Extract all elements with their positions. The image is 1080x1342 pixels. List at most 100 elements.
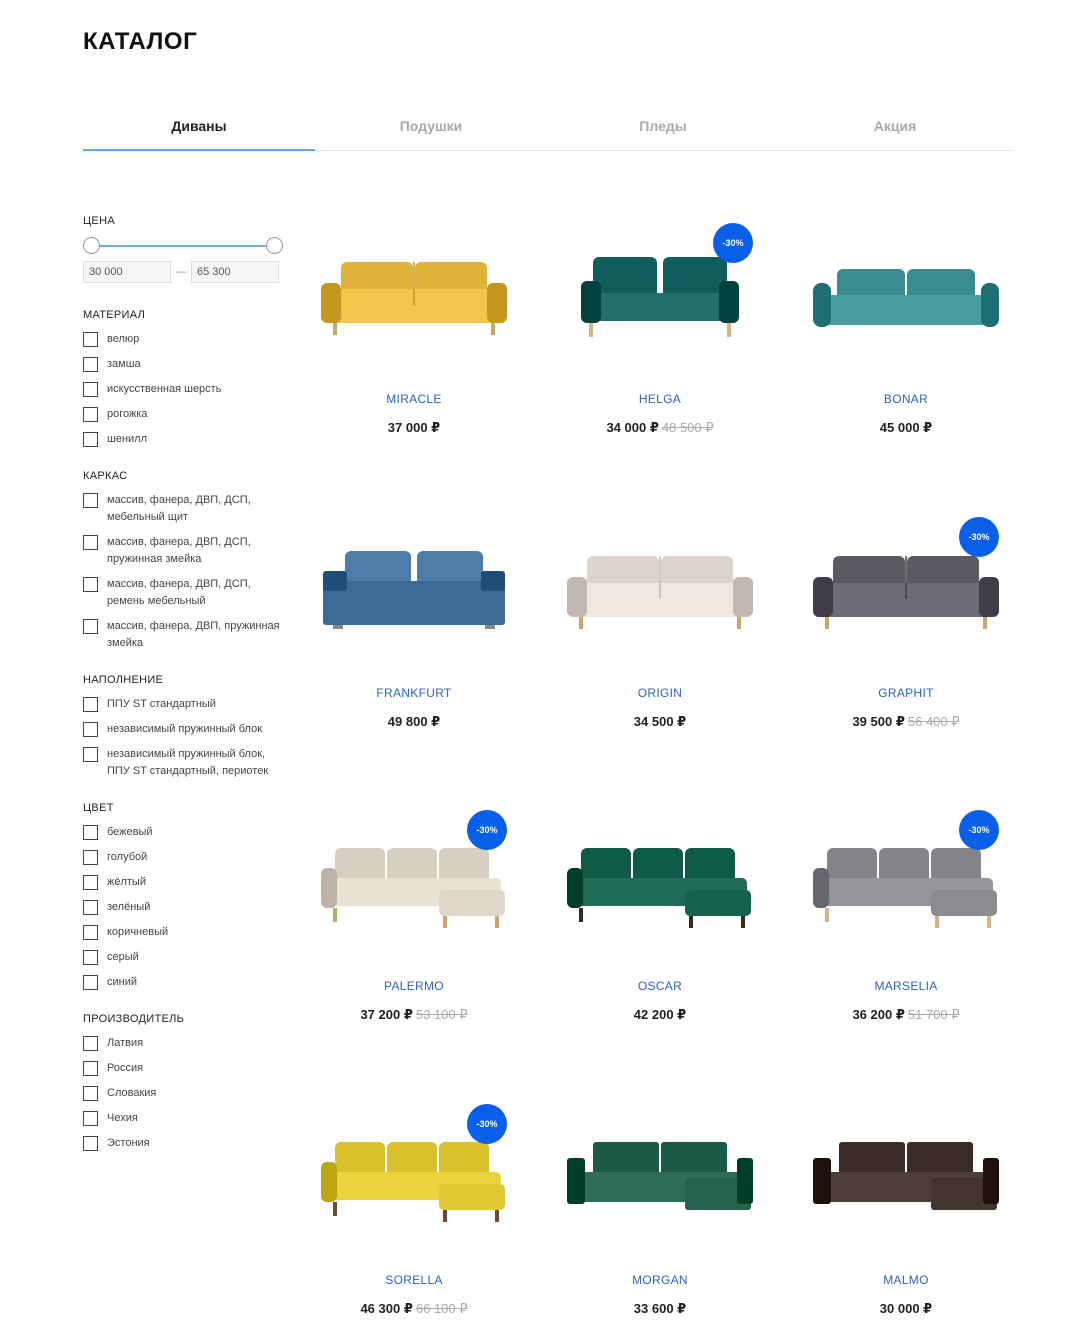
color-option[interactable]: жёлтый (83, 874, 283, 891)
product-name[interactable]: MORGAN (537, 1273, 783, 1287)
filling-option[interactable]: независимый пружинный блок (83, 721, 283, 738)
price-range-slider[interactable] (83, 237, 283, 255)
product-name[interactable]: OSCAR (537, 979, 783, 993)
checkbox[interactable] (83, 722, 98, 737)
product-image[interactable]: -30% (537, 212, 783, 382)
maker-option[interactable]: Эстония (83, 1135, 283, 1152)
product-name[interactable]: ORIGIN (537, 686, 783, 700)
checkbox[interactable] (83, 747, 98, 762)
checkbox[interactable] (83, 1086, 98, 1101)
slider-min-handle[interactable] (83, 237, 100, 254)
frame-filter-title: КАРКАС (83, 470, 128, 482)
product-image[interactable]: -30% (291, 1093, 537, 1263)
color-option[interactable]: бежевый (83, 824, 283, 841)
filter-sidebar: ЦЕНА — МАТЕРИАЛ велюр замша искусственная … (83, 215, 283, 1174)
product-card[interactable]: -30% SORELLA 46 300 ₽66 100 ₽ (291, 1093, 537, 1342)
checkbox[interactable] (83, 975, 98, 990)
filling-option[interactable]: ППУ ST стандартный (83, 696, 283, 713)
frame-option[interactable]: массив, фанера, ДВП, ДСП, мебельный щит (83, 492, 283, 526)
price-max-input[interactable] (191, 261, 279, 283)
product-name[interactable]: PALERMO (291, 979, 537, 993)
tab-pillows[interactable]: Подушки (315, 108, 547, 150)
product-card[interactable]: ORIGIN 34 500 ₽ (537, 506, 783, 800)
product-card[interactable]: MORGAN 33 600 ₽ (537, 1093, 783, 1342)
checkbox[interactable] (83, 493, 98, 508)
product-image[interactable]: -30% (291, 799, 537, 969)
checkbox[interactable] (83, 825, 98, 840)
product-card[interactable]: OSCAR 42 200 ₽ (537, 799, 783, 1093)
product-name[interactable]: BONAR (783, 392, 1029, 406)
checkbox[interactable] (83, 382, 98, 397)
product-price: 34 000 ₽48 500 ₽ (537, 420, 783, 436)
maker-option[interactable]: Словакия (83, 1085, 283, 1102)
tab-blankets[interactable]: Пледы (547, 108, 779, 150)
product-image[interactable]: -30% (783, 506, 1029, 676)
product-image[interactable] (783, 1093, 1029, 1263)
product-card[interactable]: FRANKFURT 49 800 ₽ (291, 506, 537, 800)
checkbox[interactable] (83, 619, 98, 634)
checkbox[interactable] (83, 1111, 98, 1126)
color-option[interactable]: голубой (83, 849, 283, 866)
category-tabs: Диваны Подушки Пледы Акция (83, 108, 1012, 151)
checkbox[interactable] (83, 1136, 98, 1151)
product-image[interactable] (291, 506, 537, 676)
tab-sofas[interactable]: Диваны (83, 108, 315, 151)
checkbox[interactable] (83, 357, 98, 372)
product-name[interactable]: GRAPHIT (783, 686, 1029, 700)
frame-option[interactable]: массив, фанера, ДВП, пружинная змейка (83, 618, 283, 652)
product-name[interactable]: FRANKFURT (291, 686, 537, 700)
product-image[interactable] (537, 1093, 783, 1263)
product-card[interactable]: -30% PALERMO 37 200 ₽53 100 ₽ (291, 799, 537, 1093)
checkbox[interactable] (83, 875, 98, 890)
product-name[interactable]: SORELLA (291, 1273, 537, 1287)
product-card[interactable]: -30% GRAPHIT 39 500 ₽56 400 ₽ (783, 506, 1029, 800)
maker-option[interactable]: Чехия (83, 1110, 283, 1127)
price-min-input[interactable] (83, 261, 171, 283)
maker-option[interactable]: Латвия (83, 1035, 283, 1052)
checkbox-label: зелёный (107, 901, 151, 913)
checkbox[interactable] (83, 1036, 98, 1051)
frame-option[interactable]: массив, фанера, ДВП, ДСП, пружинная змей… (83, 534, 283, 568)
maker-option[interactable]: Россия (83, 1060, 283, 1077)
material-option[interactable]: шенилл (83, 431, 283, 448)
product-name[interactable]: HELGA (537, 392, 783, 406)
color-option[interactable]: коричневый (83, 924, 283, 941)
frame-option[interactable]: массив, фанера, ДВП, ДСП, ремень мебельн… (83, 576, 283, 610)
product-image[interactable]: -30% (783, 799, 1029, 969)
product-card[interactable]: -30% MARSELIA 36 200 ₽51 700 ₽ (783, 799, 1029, 1093)
product-card[interactable]: -30% HELGA 34 000 ₽48 500 ₽ (537, 212, 783, 506)
color-option[interactable]: серый (83, 949, 283, 966)
product-card[interactable]: BONAR 45 000 ₽ (783, 212, 1029, 506)
product-image[interactable] (783, 212, 1029, 382)
checkbox[interactable] (83, 900, 98, 915)
slider-max-handle[interactable] (266, 237, 283, 254)
tab-sale[interactable]: Акция (779, 108, 1011, 150)
checkbox-label: бежевый (107, 826, 153, 838)
checkbox[interactable] (83, 432, 98, 447)
checkbox[interactable] (83, 697, 98, 712)
product-name[interactable]: MALMO (783, 1273, 1029, 1287)
checkbox[interactable] (83, 332, 98, 347)
checkbox[interactable] (83, 407, 98, 422)
color-option[interactable]: зелёный (83, 899, 283, 916)
material-option[interactable]: искусственная шерсть (83, 381, 283, 398)
checkbox[interactable] (83, 925, 98, 940)
material-option[interactable]: замша (83, 356, 283, 373)
product-image[interactable] (291, 212, 537, 382)
checkbox[interactable] (83, 1061, 98, 1076)
product-name[interactable]: MARSELIA (783, 979, 1029, 993)
checkbox[interactable] (83, 850, 98, 865)
product-image[interactable] (537, 799, 783, 969)
frame-filter: КАРКАС массив, фанера, ДВП, ДСП, мебельн… (83, 470, 283, 652)
checkbox[interactable] (83, 535, 98, 550)
checkbox[interactable] (83, 950, 98, 965)
product-card[interactable]: MALMO 30 000 ₽ (783, 1093, 1029, 1342)
product-card[interactable]: MIRACLE 37 000 ₽ (291, 212, 537, 506)
product-image[interactable] (537, 506, 783, 676)
material-option[interactable]: велюр (83, 331, 283, 348)
material-option[interactable]: рогожка (83, 406, 283, 423)
product-name[interactable]: MIRACLE (291, 392, 537, 406)
checkbox[interactable] (83, 577, 98, 592)
color-option[interactable]: синий (83, 974, 283, 991)
filling-option[interactable]: независимый пружинный блок, ППУ ST станд… (83, 746, 283, 780)
